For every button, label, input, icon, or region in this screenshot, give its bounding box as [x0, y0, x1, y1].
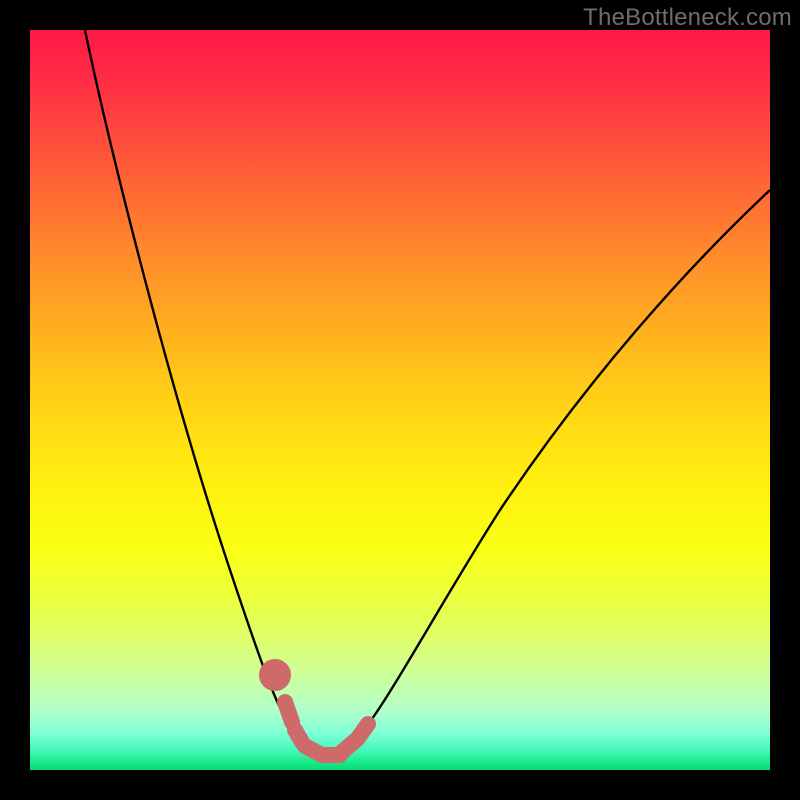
chart-frame: TheBottleneck.com: [0, 0, 800, 800]
curve-layer: [30, 30, 770, 770]
bottleneck-curve: [85, 30, 770, 756]
optimal-zone-markers: [267, 667, 368, 755]
plot-area: [30, 30, 770, 770]
watermark-text: TheBottleneck.com: [583, 4, 792, 32]
